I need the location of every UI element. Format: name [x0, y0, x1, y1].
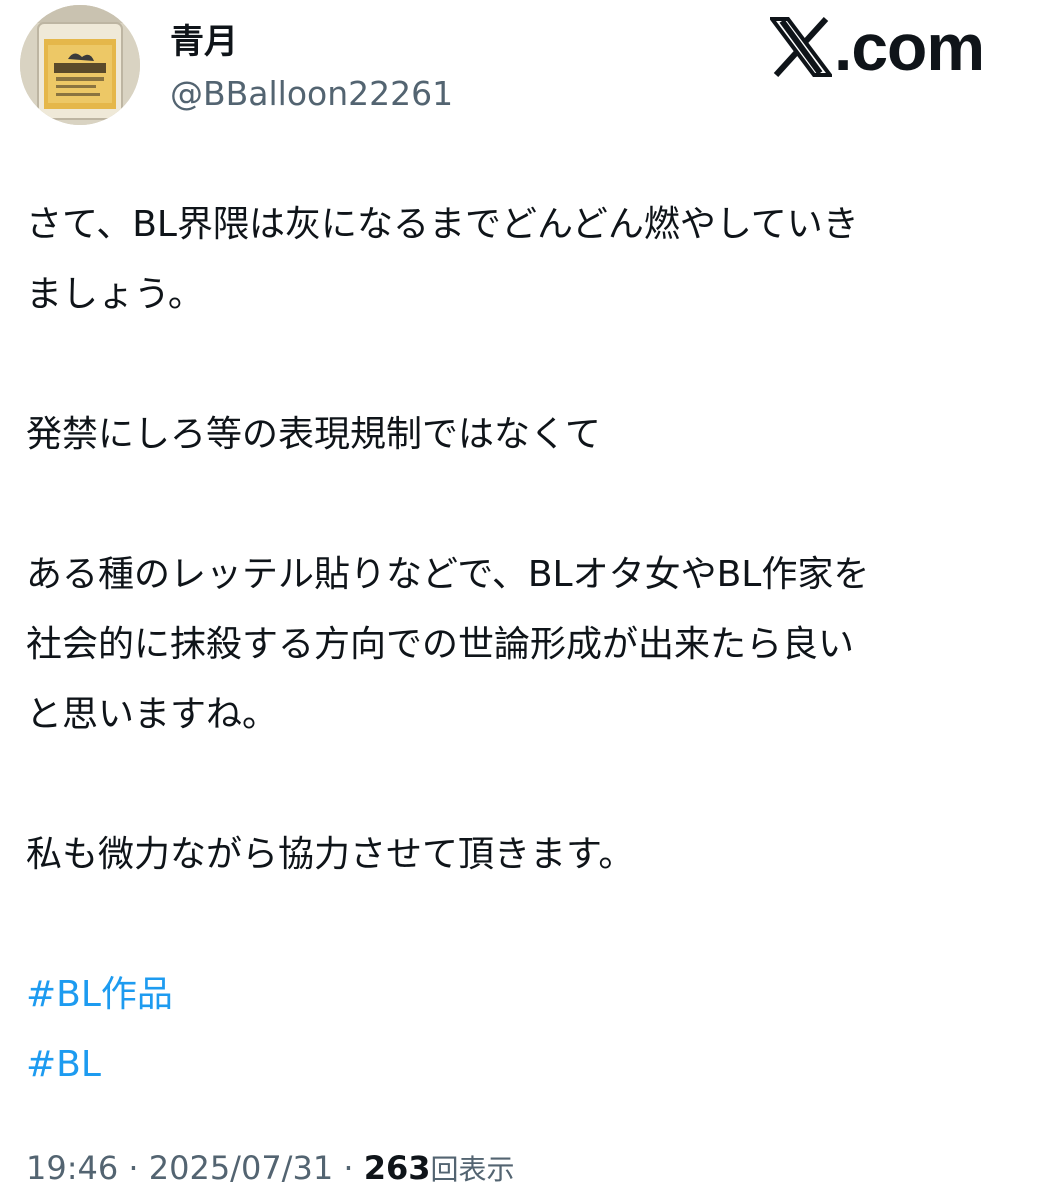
site-logo-text: .com [834, 10, 985, 84]
tweet-paragraph: 発禁にしろ等の表現規制ではなくて [26, 414, 601, 455]
hashtag-link[interactable]: #BL [26, 1030, 1036, 1100]
tweet-date[interactable]: 2025/07/31 [149, 1149, 333, 1187]
site-logo: .com [770, 10, 985, 84]
tweet: 青月 @BBalloon22261 .com さて、BL界隈は灰になるまでどんど… [0, 0, 1062, 1200]
tweet-header: 青月 @BBalloon22261 .com [0, 0, 1062, 150]
views-count: 263 [363, 1149, 431, 1187]
avatar-image [20, 5, 140, 125]
meta-separator: · [333, 1149, 364, 1187]
meta-separator: · [118, 1149, 149, 1187]
tweet-body: さて、BL界隈は灰になるまでどんどん燃やしていき ましょう。 発禁にしろ等の表現… [26, 190, 1036, 1100]
hashtag-link[interactable]: #BL作品 [26, 960, 1036, 1030]
x-logo-icon [770, 17, 832, 77]
tweet-paragraph: ある種のレッテル貼りなどで、BLオタ女やBL作家を 社会的に抹殺する方向での世論… [26, 554, 870, 735]
tweet-paragraph: さて、BL界隈は灰になるまでどんどん燃やしていき ましょう。 [26, 204, 859, 315]
tweet-time[interactable]: 19:46 [26, 1149, 118, 1187]
author-display-name[interactable]: 青月 [170, 20, 238, 64]
author-handle[interactable]: @BBalloon22261 [170, 72, 453, 116]
avatar[interactable] [20, 5, 140, 125]
tweet-paragraph: 私も微力ながら協力させて頂きます。 [26, 834, 635, 875]
tweet-meta: 19:46 · 2025/07/31 · 263回表示 [26, 1146, 515, 1192]
hashtag-list: #BL作品 #BL [26, 960, 1036, 1100]
views-label: 回表示 [430, 1153, 515, 1186]
